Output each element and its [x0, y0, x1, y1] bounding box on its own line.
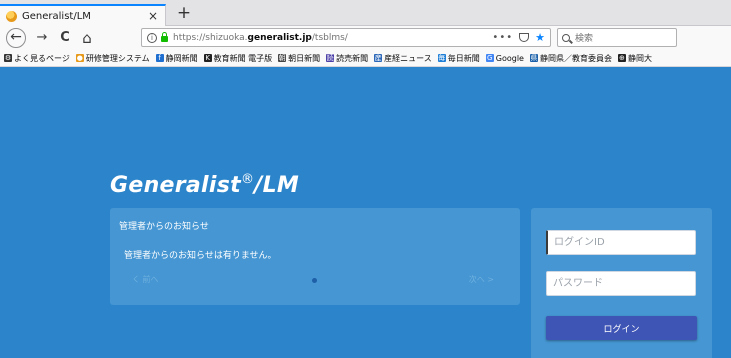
google-icon: G — [485, 54, 494, 62]
university-icon: ⊕ — [617, 54, 626, 62]
bookmark-item[interactable]: 毎毎日新聞 — [437, 53, 480, 64]
login-panel: ログイン — [531, 208, 712, 358]
sankei-icon: 産 — [374, 54, 383, 62]
tab-strip: Generalist/LM × + — [0, 0, 731, 26]
gear-icon: ⚙ — [4, 54, 12, 62]
login-id-input[interactable] — [546, 230, 696, 255]
tab-title: Generalist/LM — [22, 10, 91, 22]
search-icon — [562, 33, 570, 42]
bookmark-item[interactable]: G Google — [485, 53, 524, 63]
search-bar[interactable]: 検索 — [557, 28, 677, 47]
bookmark-label: 研修管理システム — [85, 53, 150, 63]
brand-logo: Generalist®/LM — [110, 172, 299, 198]
page-actions-icon[interactable]: ••• — [492, 32, 513, 43]
generalist-icon: ● — [75, 54, 84, 62]
browser-tab[interactable]: Generalist/LM × — [0, 4, 166, 26]
reload-button[interactable]: C — [55, 28, 75, 48]
mainichi-icon: 毎 — [437, 54, 446, 62]
search-placeholder: 検索 — [575, 34, 594, 44]
bookmark-item[interactable]: K 教育新聞 電子版 — [203, 53, 273, 64]
bookmark-label: 静岡大 — [627, 53, 652, 63]
yomiuri-icon: 読 — [326, 54, 335, 62]
generalist-favicon-icon — [6, 10, 17, 22]
prefecture-icon: 県 — [529, 54, 538, 62]
bookmark-label: 産経ニュース — [384, 53, 432, 63]
bookmark-label: 朝日新聞 — [288, 53, 321, 63]
info-icon[interactable]: i — [147, 32, 157, 43]
notice-pager: く 前へ 次へ > — [110, 274, 520, 288]
notice-body: 管理者からのお知らせは有りません。 — [124, 251, 277, 261]
url-host: generalist.jp — [247, 32, 312, 43]
pocket-icon[interactable] — [519, 33, 530, 42]
password-input[interactable] — [546, 271, 696, 296]
bookmark-label: 静岡県／教育委員会 — [539, 53, 612, 63]
bookmark-item[interactable]: 朝朝日新聞 — [278, 53, 320, 64]
forward-button[interactable]: → — [32, 28, 52, 48]
bookmark-item[interactable]: 産産経ニュース — [374, 53, 432, 64]
back-button[interactable]: ← — [6, 28, 26, 48]
bookmark-item[interactable]: ● 研修管理システム — [75, 53, 150, 64]
bookmark-label: 毎日新聞 — [447, 53, 480, 63]
url-subdomain: shizuoka. — [205, 32, 248, 43]
page-content: Generalist®/LM 管理者からのお知らせ 管理者からのお知らせは有りま… — [0, 68, 731, 358]
lock-icon[interactable] — [161, 32, 168, 42]
pager-dot[interactable] — [312, 278, 317, 283]
brand-name: Generalist — [110, 173, 241, 198]
home-button[interactable]: ⌂ — [77, 28, 97, 48]
new-tab-button[interactable]: + — [174, 4, 194, 24]
navigation-bar: ← → C ⌂ i https://shizuoka. generalist.jp… — [0, 26, 731, 50]
url-path: /tsblms/ — [311, 32, 348, 43]
login-button[interactable]: ログイン — [546, 316, 697, 340]
bookmarks-toolbar: ⚙ よく見るページ ● 研修管理システム f 静岡新聞 K 教育新聞 電子版朝朝日新聞読読売新… — [0, 50, 731, 67]
bookmark-label: 読売新聞 — [336, 53, 369, 63]
bookmark-item[interactable]: ⚙ よく見るページ — [4, 53, 70, 64]
asahi-icon: 朝 — [278, 54, 287, 62]
notice-next-button[interactable]: 次へ > — [469, 274, 494, 285]
bookmark-item[interactable]: ⊕ 静岡大 — [617, 53, 652, 64]
registered-mark: ® — [240, 172, 255, 187]
url-scheme: https:// — [173, 32, 206, 43]
kyoiku-news-icon: K — [203, 54, 212, 62]
notice-prev-button[interactable]: く 前へ — [132, 274, 159, 285]
brand-suffix: /LM — [254, 173, 300, 198]
notice-panel: 管理者からのお知らせ 管理者からのお知らせは有りません。 く 前へ 次へ > — [110, 208, 520, 305]
bookmark-item[interactable]: 読読売新聞 — [326, 53, 368, 64]
bookmark-label: 教育新聞 電子版 — [213, 53, 273, 63]
close-tab-icon[interactable]: × — [147, 9, 159, 23]
bookmark-label: 静岡新聞 — [165, 53, 198, 63]
bookmark-label: Google — [495, 53, 524, 63]
url-bar[interactable]: i https://shizuoka. generalist.jp/tsblms/… — [141, 28, 551, 47]
notice-title: 管理者からのお知らせ — [119, 222, 209, 232]
shizuoka-news-icon: f — [155, 54, 164, 62]
bookmark-star-icon[interactable]: ★ — [535, 31, 545, 44]
bookmark-item[interactable]: f 静岡新聞 — [155, 53, 198, 64]
bookmark-item[interactable]: 県静岡県／教育委員会 — [529, 53, 612, 64]
bookmark-label: よく見るページ — [14, 53, 70, 63]
